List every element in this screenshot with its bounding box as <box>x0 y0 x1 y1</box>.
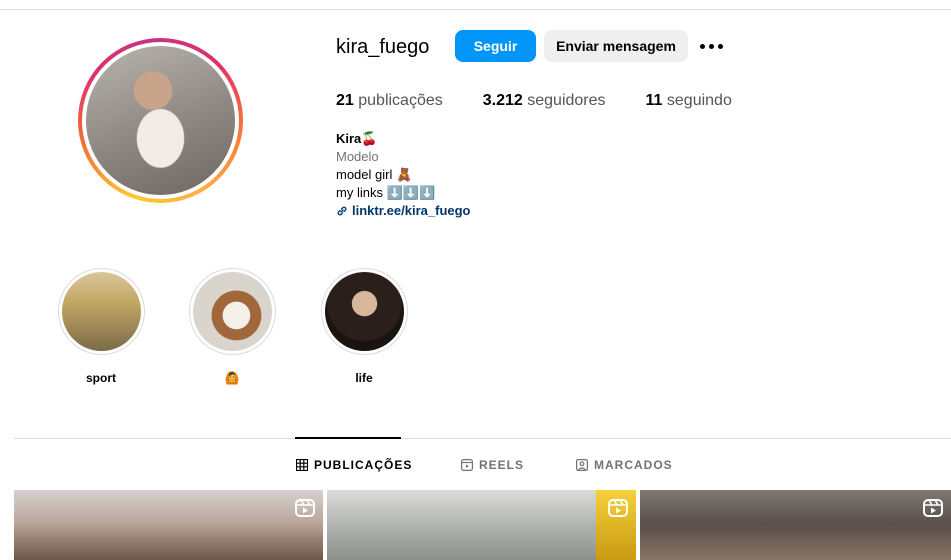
reel-icon <box>923 499 943 517</box>
highlight-sport[interactable]: sport <box>56 268 146 385</box>
profile-username: kira_fuego <box>336 36 430 58</box>
profile-avatar[interactable] <box>78 38 243 203</box>
reel-icon <box>608 499 628 517</box>
profile-bio: Kira🍒 Modelo model girl 🧸 my links ⬇️⬇️⬇… <box>336 130 471 220</box>
highlight-thumbnail <box>324 272 404 351</box>
highlight-thumbnail <box>61 272 141 351</box>
highlight-thumbnail <box>192 272 272 351</box>
avatar-photo <box>86 46 235 195</box>
post-tile[interactable] <box>640 490 951 560</box>
more-horizontal-icon[interactable] <box>700 36 724 56</box>
highlight-life[interactable]: life <box>319 268 409 385</box>
stat-followers[interactable]: 3.212 seguidores <box>483 92 606 110</box>
active-tab-indicator <box>295 437 401 439</box>
tab-reels[interactable]: REELS <box>461 458 524 472</box>
stat-posts[interactable]: 21 publicações <box>336 92 443 110</box>
profile-stats: 21 publicações 3.212 seguidores 11 segui… <box>336 92 772 110</box>
link-icon <box>337 206 347 216</box>
tab-publicacoes[interactable]: PUBLICAÇÕES <box>296 458 412 472</box>
post-tile[interactable] <box>14 490 323 560</box>
send-message-button[interactable]: Enviar mensagem <box>544 30 688 62</box>
highlight-label: 🙆 <box>224 371 240 385</box>
reel-icon <box>295 499 315 517</box>
highlight-emoji[interactable]: 🙆 <box>187 268 277 385</box>
bio-name: Kira🍒 <box>336 131 378 146</box>
follow-button[interactable]: Seguir <box>455 30 536 62</box>
tabs-divider <box>14 438 951 439</box>
highlight-label: sport <box>86 371 116 385</box>
stat-following[interactable]: 11 seguindo <box>646 92 732 110</box>
tagged-icon <box>576 459 588 471</box>
reels-icon <box>461 459 473 471</box>
bio-line-1: model girl 🧸 <box>336 167 413 182</box>
bio-category: Modelo <box>336 149 379 164</box>
top-divider <box>0 9 951 10</box>
highlight-label: life <box>355 371 373 385</box>
tab-marcados[interactable]: MARCADOS <box>576 458 673 472</box>
grid-icon <box>296 459 308 471</box>
post-tile[interactable] <box>327 490 636 560</box>
bio-line-2: my links ⬇️⬇️⬇️ <box>336 185 436 200</box>
bio-link[interactable]: linktr.ee/kira_fuego <box>336 202 471 220</box>
